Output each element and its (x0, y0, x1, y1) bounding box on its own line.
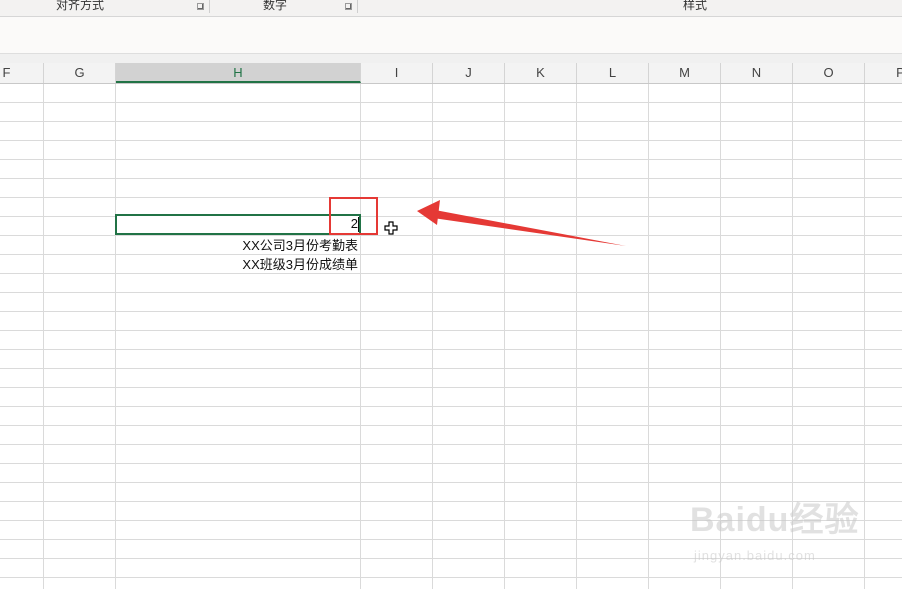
baidu-watermark: Baidu经验 jingyan.baidu.com (690, 488, 870, 578)
watermark-logo: Baidu经验 (690, 501, 860, 539)
watermark-url: jingyan.baidu.com (694, 548, 816, 563)
arrow-shaft (433, 210, 626, 246)
arrow-head (417, 200, 440, 225)
fill-handle-cross-cursor-icon (384, 221, 398, 235)
